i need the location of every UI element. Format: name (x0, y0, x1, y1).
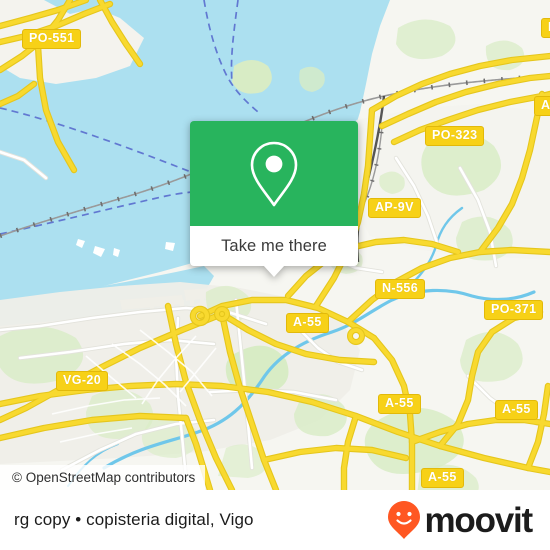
road-shield-po-323: PO-323 (425, 126, 485, 146)
map-attribution-bar[interactable]: © OpenStreetMap contributors (0, 465, 206, 490)
road-shield-a-55-se: A-55 (495, 400, 538, 420)
road-shield-po-551: PO-551 (22, 29, 82, 49)
road-shield-n-556: N-556 (375, 279, 426, 299)
moovit-wordmark: moovit (424, 500, 533, 540)
take-me-there-label: Take me there (221, 236, 327, 255)
road-shield-po-3: PO-3 (541, 18, 550, 38)
road-shield-ap: AP- (534, 96, 550, 116)
moovit-smiley-pin-icon (388, 501, 421, 539)
location-popup-card[interactable]: Take me there (190, 121, 358, 277)
attribution-text: © OpenStreetMap contributors (12, 470, 196, 485)
footer-bar: rg copy • copisteria digital, Vigo moovi… (0, 490, 550, 550)
popup-action-area[interactable]: Take me there (190, 226, 358, 266)
moovit-map-screenshot: PO-551 PO-3 PO-323 AP- AP-9V N-556 PO-37… (0, 0, 550, 550)
popup-pointer-tail (263, 265, 285, 277)
road-shield-po-371: PO-371 (484, 300, 544, 320)
popup-image-area (190, 121, 358, 226)
road-shield-vg-20: VG-20 (56, 371, 109, 391)
road-shield-a-55-c: A-55 (286, 313, 329, 333)
place-name-label: rg copy • copisteria digital, Vigo (14, 510, 254, 529)
moovit-brand[interactable]: moovit (387, 500, 533, 540)
map-pin-icon (250, 141, 298, 206)
road-shield-a-55-sw: A-55 (378, 394, 421, 414)
road-shield-a-55-s: A-55 (421, 468, 464, 488)
road-shield-ap-9v: AP-9V (368, 198, 421, 218)
